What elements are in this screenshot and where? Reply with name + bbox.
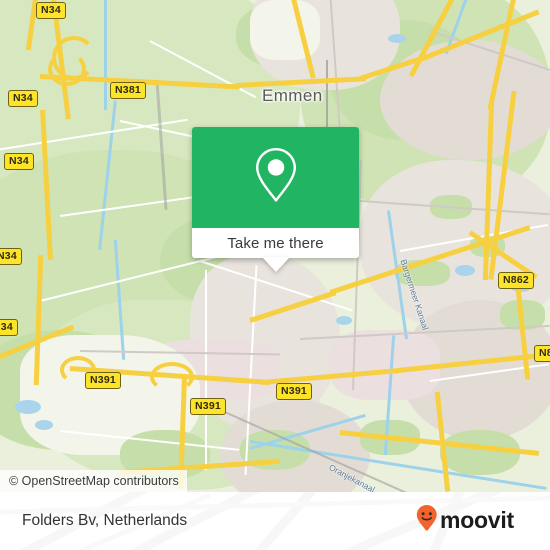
motorway (417, 9, 540, 63)
location-title: Folders Bv, Netherlands (22, 512, 188, 529)
motorway (408, 0, 456, 77)
moovit-logo[interactable]: moovit (416, 492, 536, 550)
road-shield-n34[interactable]: N34 (4, 153, 34, 170)
location-callout-card[interactable]: Take me there (192, 127, 359, 258)
road-shield-n862[interactable]: N862 (498, 272, 534, 289)
road-shield-n34[interactable]: N34 (0, 248, 22, 265)
moovit-wordmark: moovit (440, 507, 514, 533)
motorway-n34 (40, 109, 53, 260)
road-shield-n8[interactable]: N8 (534, 345, 550, 362)
osm-attribution[interactable]: © OpenStreetMap contributors (0, 470, 187, 492)
moovit-location-card-screenshot: Bargermeer Kanaal Oranjekanaal Emmen N34… (0, 0, 550, 550)
motorway-n862 (514, 279, 530, 380)
card-pointer-tail (262, 257, 290, 272)
road-shield-n391[interactable]: N391 (276, 383, 312, 400)
footer-bar: Folders Bv, Netherlands moovit (0, 492, 550, 550)
card-action-area[interactable]: Take me there (192, 228, 359, 258)
road-shield-n391[interactable]: N391 (190, 398, 226, 415)
road-shield-n391[interactable]: N391 (85, 372, 121, 389)
road-shield-n34[interactable]: N34 (0, 319, 18, 336)
road-shield-n381[interactable]: N381 (110, 82, 146, 99)
motorway-ramp (150, 362, 194, 392)
road-shield-n34[interactable]: N34 (8, 90, 38, 107)
moovit-smiley-pin-icon (416, 505, 437, 531)
motorway (249, 290, 337, 323)
motorway-n34 (33, 255, 43, 386)
motorway-interchange (48, 52, 86, 86)
place-label-emmen: Emmen (262, 86, 323, 105)
motorway (289, 0, 316, 79)
map-pin-icon (253, 146, 299, 209)
road-shield-n34[interactable]: N34 (36, 2, 66, 19)
take-me-there-label: Take me there (227, 234, 324, 252)
card-icon-area (192, 127, 359, 228)
